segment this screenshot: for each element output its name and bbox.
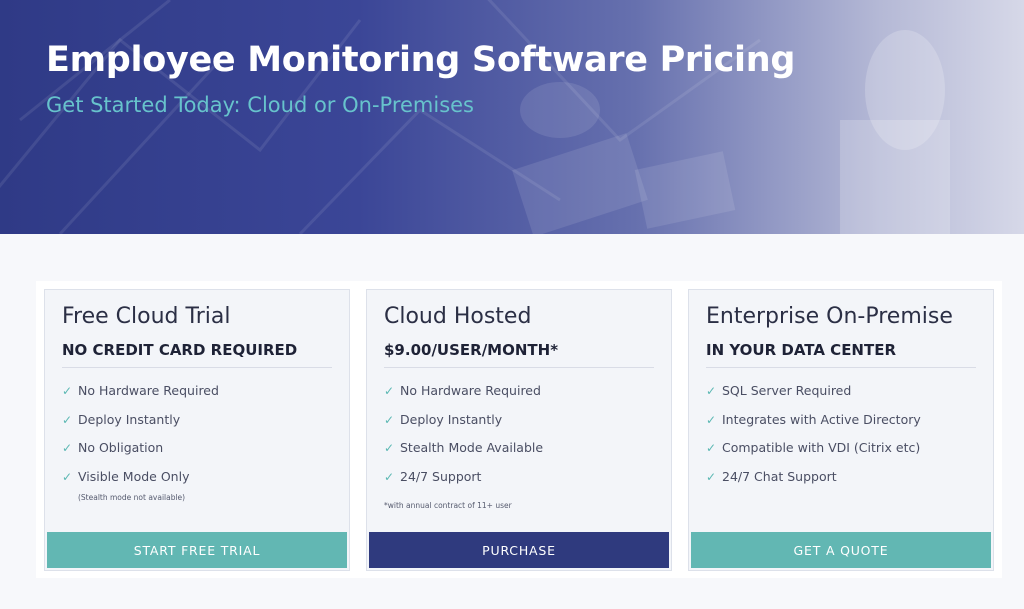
check-icon: ✓ [384, 441, 395, 455]
feature-item: ✓ 24/7 Chat Support [706, 468, 921, 497]
feature-item: ✓ Stealth Mode Available [384, 439, 543, 468]
feature-label: SQL Server Required [722, 383, 852, 398]
check-icon: ✓ [384, 469, 395, 484]
feature-item: ✓ Compatible with VDI (Citrix etc) [706, 439, 921, 468]
check-icon: ✓ [384, 412, 395, 427]
feature-label: 24/7 Support [400, 468, 482, 484]
plan-divider [706, 367, 976, 368]
check-icon: ✓ [62, 469, 73, 484]
check-icon: ✓ [62, 384, 73, 398]
feature-label: Deploy Instantly [78, 411, 181, 427]
feature-label: Integrates with Active Directory [722, 411, 921, 427]
plan-card-enterprise: Enterprise On-Premise IN YOUR DATA CENTE… [688, 289, 994, 571]
feature-item: ✓ Integrates with Active Directory [706, 411, 921, 440]
feature-label: No Hardware Required [78, 383, 219, 398]
feature-item: ✓ No Hardware Required [62, 382, 219, 411]
feature-item: ✓ SQL Server Required [706, 382, 921, 411]
plan-subtitle: IN YOUR DATA CENTER [706, 341, 897, 359]
check-icon: ✓ [706, 412, 717, 427]
check-icon: ✓ [62, 412, 73, 427]
check-icon: ✓ [706, 441, 717, 455]
plan-subtitle: NO CREDIT CARD REQUIRED [62, 341, 298, 359]
feature-item: ✓ No Hardware Required [384, 382, 543, 411]
feature-item: ✓ Deploy Instantly [62, 411, 219, 440]
plan-price: $9.00/USER/MONTH* [384, 341, 559, 359]
plan-card-cloud-hosted: Cloud Hosted $9.00/USER/MONTH* ✓ No Hardw… [366, 289, 672, 571]
plan-title: Enterprise On-Premise [706, 304, 953, 329]
plan-footnote: (Stealth mode not available) [78, 493, 186, 502]
plan-divider [384, 367, 654, 368]
feature-label: Stealth Mode Available [400, 440, 544, 455]
check-icon: ✓ [706, 384, 717, 398]
purchase-button[interactable]: PURCHASE [369, 532, 669, 568]
start-free-trial-button[interactable]: START FREE TRIAL [47, 532, 347, 568]
plan-feature-list: ✓ No Hardware Required ✓ Deploy Instantly … [384, 382, 543, 496]
feature-label: Compatible with VDI (Citrix etc) [722, 440, 921, 455]
get-a-quote-button[interactable]: GET A QUOTE [691, 532, 991, 568]
feature-item: ✓ Deploy Instantly [384, 411, 543, 440]
plan-divider [62, 367, 332, 368]
feature-label: No Obligation [78, 440, 164, 455]
plan-title: Cloud Hosted [384, 304, 532, 329]
feature-item: ✓ 24/7 Support [384, 468, 543, 497]
check-icon: ✓ [62, 441, 73, 455]
hero-background-image [0, 0, 950, 234]
plan-feature-list: ✓ SQL Server Required ✓ Integrates with Ac… [706, 382, 921, 496]
check-icon: ✓ [706, 469, 717, 484]
feature-label: Deploy Instantly [400, 411, 503, 427]
feature-label: No Hardware Required [400, 383, 541, 398]
plan-footnote: *with annual contract of 11+ user [384, 501, 512, 510]
plan-feature-list: ✓ No Hardware Required ✓ Deploy Instantly … [62, 382, 219, 496]
pricing-plans: Free Cloud Trial NO CREDIT CARD REQUIRED… [36, 281, 1002, 578]
feature-label: 24/7 Chat Support [722, 468, 837, 484]
hero-banner: Employee Monitoring Software Pricing Get… [0, 0, 1024, 234]
feature-label: Visible Mode Only [78, 468, 190, 484]
page-title: Employee Monitoring Software Pricing [46, 40, 796, 80]
page-subtitle: Get Started Today: Cloud or On-Premises [46, 93, 474, 117]
check-icon: ✓ [384, 384, 395, 398]
feature-item: ✓ No Obligation [62, 439, 219, 468]
plan-card-free-trial: Free Cloud Trial NO CREDIT CARD REQUIRED… [44, 289, 350, 571]
plan-title: Free Cloud Trial [62, 304, 231, 329]
feature-item: ✓ Visible Mode Only [62, 468, 219, 497]
